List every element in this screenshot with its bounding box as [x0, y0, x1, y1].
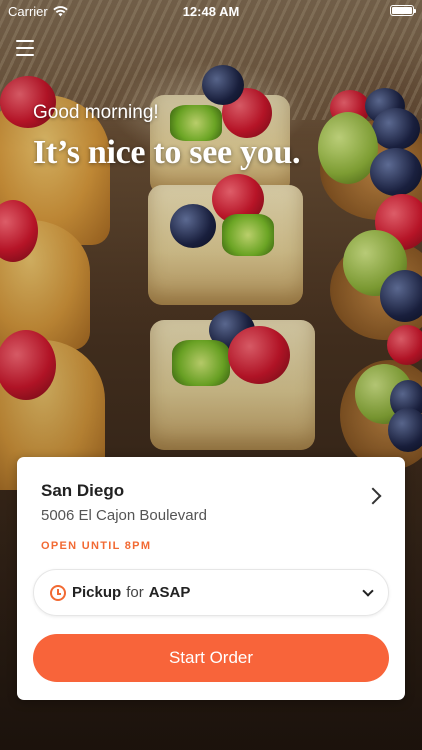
status-bar: Carrier 12:48 AM [0, 0, 422, 22]
hamburger-menu-icon[interactable] [16, 40, 34, 56]
store-selector[interactable]: San Diego 5006 El Cajon Boulevard [41, 481, 385, 525]
battery-icon [390, 5, 416, 16]
order-mode-selector[interactable]: Pickup for ASAP [33, 569, 389, 616]
store-address: 5006 El Cajon Boulevard [41, 507, 207, 524]
store-hours-badge: OPEN UNTIL 8PM [41, 540, 152, 552]
order-time-label: ASAP [148, 584, 191, 601]
start-order-button[interactable]: Start Order [33, 634, 389, 682]
order-method-label: Pickup [72, 584, 122, 601]
store-name: San Diego [41, 481, 125, 500]
clock-time: 12:48 AM [182, 4, 240, 19]
welcome-headline: It’s nice to see you. [33, 134, 301, 171]
store-order-card: San Diego 5006 El Cajon Boulevard OPEN U… [17, 457, 405, 700]
greeting-text: Good morning! [33, 102, 159, 123]
clock-icon [50, 584, 66, 601]
order-connector-label: for [126, 584, 144, 601]
chevron-down-icon [362, 584, 374, 597]
